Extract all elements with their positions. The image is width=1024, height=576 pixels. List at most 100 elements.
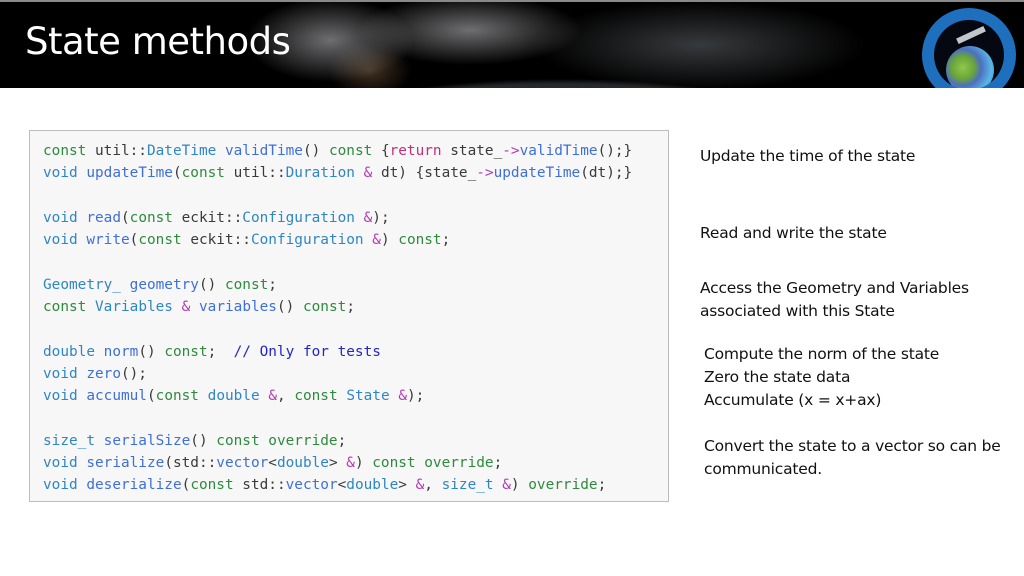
code-token: void — [43, 232, 78, 249]
note-update-time: Update the time of the state — [700, 147, 916, 165]
code-token: () — [302, 143, 329, 159]
code-token: serialSize — [103, 432, 191, 449]
code-token: Variables — [95, 299, 173, 316]
code-token: void — [43, 365, 78, 382]
code-token: const — [398, 232, 442, 249]
code-token: ; — [441, 232, 451, 249]
code-token: -> — [502, 143, 520, 159]
code-line: void deserialize(const std::vector<doubl… — [43, 474, 632, 496]
code-token: double — [43, 343, 95, 360]
code-token: util:: — [224, 165, 286, 182]
code-token: geometry — [129, 276, 199, 293]
code-token: const — [43, 143, 87, 159]
code-token: ; — [493, 455, 503, 472]
code-token: void — [43, 165, 78, 182]
code-token: { — [372, 143, 390, 159]
code-token: zero — [86, 365, 121, 382]
code-token: > — [328, 455, 347, 472]
code-token: < — [268, 455, 277, 472]
code-token: const — [164, 343, 208, 360]
code-token: const — [294, 388, 338, 405]
code-token: ); — [406, 388, 425, 405]
code-token: size_t — [43, 432, 95, 449]
code-token: std:: — [233, 477, 286, 494]
code-token: ( — [146, 388, 156, 405]
code-token: eckit:: — [172, 209, 243, 226]
code-token: ) — [380, 232, 399, 249]
jcsda-logo-icon — [922, 8, 1016, 88]
code-token: ); — [372, 209, 390, 226]
code-token: const — [302, 299, 347, 316]
code-token: void — [43, 209, 78, 226]
code-token: vector — [285, 477, 338, 494]
code-token: double — [207, 388, 260, 405]
code-token: ) — [510, 477, 529, 494]
code-token: & — [346, 455, 355, 472]
code-token: ) — [354, 455, 373, 472]
code-token: & — [372, 232, 381, 249]
code-token: Duration — [285, 165, 355, 182]
code-token: updateTime — [86, 165, 173, 182]
code-token: ; — [337, 432, 347, 449]
code-token: State — [346, 388, 390, 405]
code-token: return — [389, 143, 442, 159]
code-token: // Only for tests — [233, 343, 381, 360]
code-token: accumul — [86, 388, 147, 405]
code-token: const override — [216, 432, 338, 449]
code-token: variables — [199, 299, 277, 316]
code-token: override — [528, 477, 598, 494]
code-token: (std:: — [164, 455, 217, 472]
code-token: (dt);} — [580, 165, 633, 182]
code-token: const — [181, 165, 225, 182]
note-norm: Compute the norm of the state — [704, 345, 940, 363]
code-token: size_t — [441, 477, 494, 494]
code-token: ; — [207, 343, 234, 360]
code-line: void accumul(const double &, const State… — [43, 385, 632, 407]
note-convert-line1: Convert the state to a vector so can be — [704, 437, 1001, 455]
code-token: , — [424, 477, 442, 494]
code-token: & — [363, 165, 373, 182]
code-token: state_ — [441, 143, 503, 159]
code-token: Geometry_ — [43, 276, 121, 293]
code-token: void — [43, 477, 78, 494]
code-token: ; — [346, 299, 355, 316]
code-line: Geometry_ geometry() const; — [43, 274, 632, 296]
code-token: const — [328, 143, 373, 159]
code-token: deserialize — [86, 477, 182, 494]
note-read-write: Read and write the state — [700, 224, 887, 242]
code-token: vector — [216, 455, 269, 472]
code-token: & — [268, 388, 277, 405]
code-token: & — [398, 388, 407, 405]
code-token: ( — [181, 477, 191, 494]
code-line: void write(const eckit::Configuration &)… — [43, 229, 632, 251]
code-token: & — [415, 477, 425, 494]
code-token: Configuration — [242, 209, 355, 226]
note-convert-line2: communicated. — [704, 460, 822, 478]
code-token: ( — [172, 165, 182, 182]
code-text: const util::DateTime validTime() const {… — [43, 140, 632, 497]
code-token: ();} — [597, 143, 633, 159]
code-token: ; — [597, 477, 607, 494]
note-zero: Zero the state data — [704, 368, 851, 386]
note-accumulate: Accumulate (x = x+ax) — [704, 391, 882, 409]
code-token: dt) {state_ — [372, 165, 477, 182]
code-token: -> — [476, 165, 494, 182]
code-token: serialize — [86, 455, 165, 472]
code-token: , — [276, 388, 295, 405]
note-access-line2: associated with this State — [700, 302, 895, 320]
code-line: void read(const eckit::Configuration &); — [43, 207, 632, 229]
code-token: void — [43, 388, 78, 405]
code-line: void zero(); — [43, 363, 632, 385]
code-token: write — [86, 232, 130, 249]
code-token: const — [155, 388, 199, 405]
